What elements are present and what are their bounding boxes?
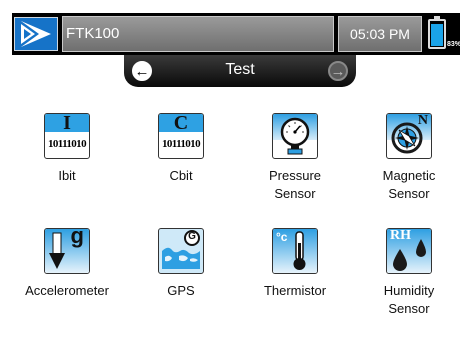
device-name: FTK100 [62, 16, 334, 52]
ibit-glyph: I [63, 113, 71, 134]
compass-icon: N [386, 113, 432, 159]
screen: FTK100 05:03 PM 83% ← Test → I 10111010 … [0, 0, 462, 349]
app-pressure-sensor[interactable]: Pressure Sensor [250, 113, 340, 203]
app-gps[interactable]: G GPS [136, 228, 226, 300]
battery-level [431, 24, 443, 46]
gravity-glyph: g [70, 228, 84, 248]
arrow-right-icon[interactable]: → [328, 61, 348, 81]
app-label-gps: GPS [167, 283, 195, 298]
compass-north-letter: N [417, 113, 428, 128]
logo-icon[interactable] [14, 17, 58, 51]
cbit-icon: C 10111010 [158, 113, 204, 159]
app-humidity-sensor[interactable]: RH Humidity Sensor [364, 228, 454, 318]
pressure-gauge-icon [272, 113, 318, 159]
status-bar: FTK100 05:03 PM 83% [12, 13, 462, 55]
rh-glyph: RH [390, 228, 411, 243]
title-bar: ← Test → [124, 55, 356, 87]
app-label-pressure-sensor: Pressure Sensor [268, 168, 322, 201]
battery-percent: 83% [447, 41, 462, 48]
app-label-humidity-sensor: Humidity Sensor [383, 283, 435, 316]
gps-letter: G [188, 231, 196, 242]
app-cbit[interactable]: C 10111010 Cbit [136, 113, 226, 185]
app-accelerometer[interactable]: g Accelerometer [22, 228, 112, 300]
arrow-left-icon[interactable]: ← [132, 61, 152, 81]
app-ibit[interactable]: I 10111010 Ibit [22, 113, 112, 185]
app-magnetic-sensor[interactable]: N Magnetic Sensor [364, 113, 454, 203]
thermometer-icon: °c [272, 228, 318, 274]
humidity-drops-icon: RH [386, 228, 432, 274]
app-label-accelerometer: Accelerometer [25, 283, 109, 298]
app-label-thermistor: Thermistor [263, 283, 327, 298]
clock: 05:03 PM [338, 16, 422, 52]
app-thermistor[interactable]: °c Thermistor [250, 228, 340, 300]
cbit-bits: 10111010 [162, 138, 201, 150]
gps-globe-icon: G [158, 228, 204, 274]
accelerometer-icon: g [44, 228, 90, 274]
celsius-glyph: °c [276, 230, 288, 244]
app-label-cbit: Cbit [169, 168, 193, 183]
app-label-magnetic-sensor: Magnetic Sensor [382, 168, 436, 201]
ibit-icon: I 10111010 [44, 113, 90, 159]
page-title: Test [225, 61, 255, 78]
app-label-ibit: Ibit [58, 168, 76, 183]
ibit-bits: 10111010 [48, 138, 87, 150]
cbit-glyph: C [173, 113, 189, 134]
battery-icon [428, 16, 446, 49]
